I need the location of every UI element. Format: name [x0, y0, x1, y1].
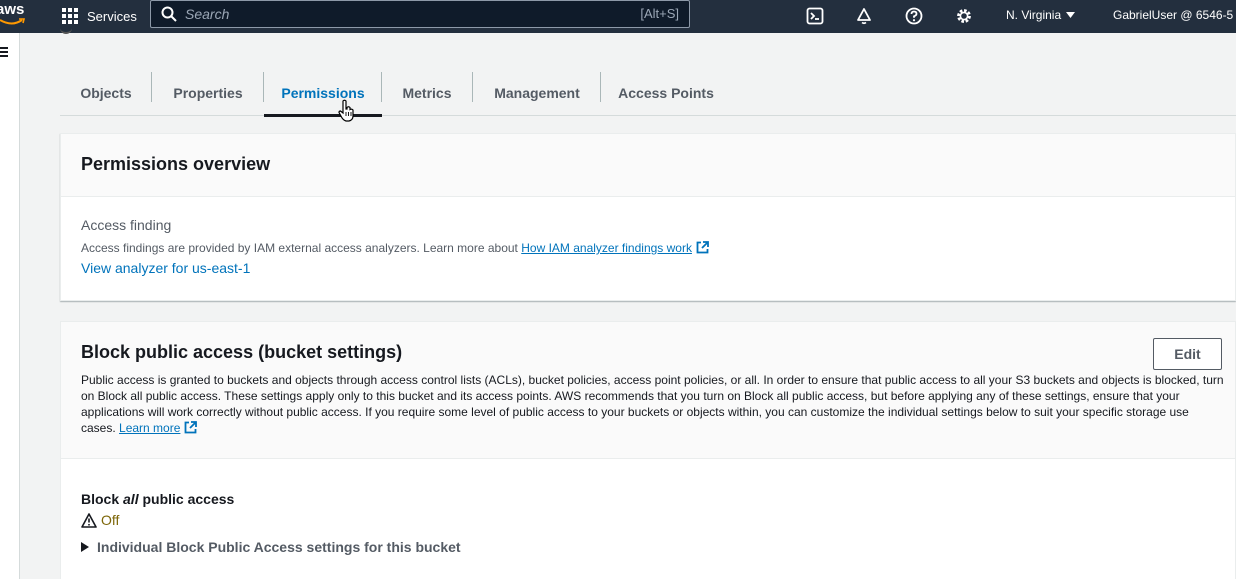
- aws-smile-icon: [0, 18, 26, 25]
- grid-icon: [62, 7, 79, 25]
- permissions-overview-title: Permissions overview: [81, 154, 271, 174]
- account-menu[interactable]: GabrielUser @ 6546-5: [1113, 8, 1233, 22]
- edit-button[interactable]: Edit: [1153, 338, 1222, 370]
- access-finding-description: Access findings are provided by IAM exte…: [81, 241, 1215, 255]
- search-input[interactable]: [185, 4, 625, 24]
- access-finding-label: Access finding: [81, 217, 172, 233]
- cloudshell-icon[interactable]: [804, 5, 826, 27]
- status-text: Off: [101, 512, 120, 528]
- search-box[interactable]: [Alt+S]: [150, 0, 690, 28]
- gear-icon[interactable]: [953, 5, 975, 27]
- caret-down-icon: [1066, 12, 1076, 18]
- region-selector[interactable]: N. Virginia: [1006, 8, 1076, 22]
- caret-right-icon: [81, 542, 89, 552]
- top-navigation-bar: aws Services [Alt+S]: [0, 0, 1236, 33]
- iam-analyzer-findings-link[interactable]: How IAM analyzer findings work: [521, 241, 709, 255]
- services-menu-button[interactable]: Services: [62, 5, 137, 27]
- hand-pointer-cursor: [338, 99, 354, 122]
- status-badge: Off: [81, 512, 1215, 528]
- region-label: N. Virginia: [1006, 8, 1062, 22]
- tab-objects[interactable]: Objects: [60, 70, 152, 116]
- bell-icon[interactable]: [853, 5, 875, 27]
- help-icon[interactable]: [903, 5, 925, 27]
- search-shortcut-hint: [Alt+S]: [640, 6, 679, 21]
- tab-metrics[interactable]: Metrics: [382, 70, 472, 116]
- block-all-public-access-label: Block all public access: [81, 491, 235, 507]
- warning-icon: [81, 512, 97, 528]
- tab-permissions[interactable]: Permissions: [264, 70, 382, 117]
- block-public-access-title: Block public access (bucket settings): [81, 342, 403, 362]
- external-link-icon: [696, 241, 709, 254]
- panel-header: Block public access (bucket settings) Ed…: [61, 322, 1235, 459]
- learn-more-link[interactable]: Learn more: [119, 421, 198, 435]
- tab-management[interactable]: Management: [473, 70, 601, 116]
- aws-logo-text: aws: [0, 1, 25, 18]
- account-label: GabrielUser @ 6546-5: [1113, 8, 1234, 22]
- external-link-icon: [185, 421, 198, 434]
- tab-access-points[interactable]: Access Points: [601, 70, 731, 116]
- block-public-access-description: Public access is granted to buckets and …: [81, 373, 1224, 435]
- page-header-fragment: [60, 28, 72, 34]
- tab-properties[interactable]: Properties: [152, 70, 264, 116]
- block-public-access-panel: Block public access (bucket settings) Ed…: [60, 321, 1236, 579]
- menu-icon[interactable]: [0, 47, 8, 57]
- view-analyzer-link[interactable]: View analyzer for us-east-1: [81, 260, 250, 276]
- panel-header: Permissions overview: [61, 134, 1235, 197]
- individual-settings-expander[interactable]: Individual Block Public Access settings …: [81, 539, 1215, 555]
- aws-logo[interactable]: aws: [0, 1, 36, 31]
- permissions-overview-panel: Permissions overview Access finding Acce…: [60, 133, 1236, 301]
- side-navigation-collapsed: [0, 33, 20, 579]
- services-label: Services: [87, 8, 137, 24]
- bucket-tabs: Objects Properties Permissions Metrics M…: [60, 70, 1236, 117]
- search-icon: [161, 6, 177, 22]
